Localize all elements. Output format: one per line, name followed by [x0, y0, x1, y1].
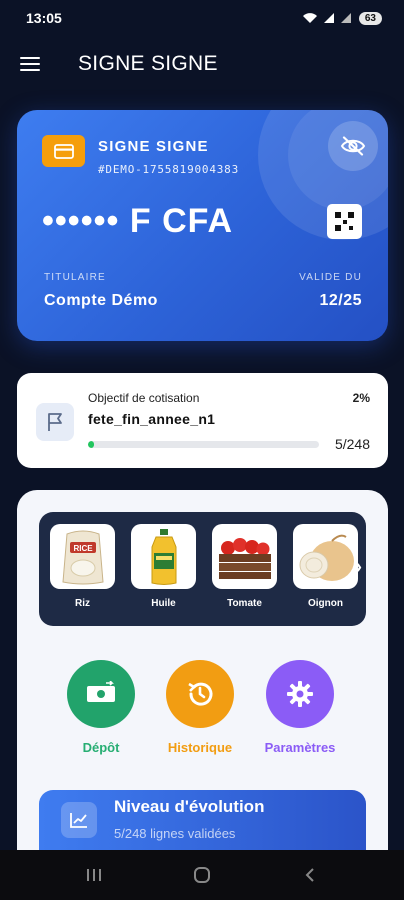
- settings-action[interactable]: Paramètres: [250, 660, 350, 755]
- goal-percent: 2%: [352, 391, 370, 405]
- product-label: Tomate: [227, 598, 262, 609]
- account-card[interactable]: SIGNE SIGNE #DEMO-1755819004383 •••••• F…: [17, 110, 388, 341]
- recent-apps-button[interactable]: [74, 855, 114, 895]
- valid-label: VALIDE DU: [299, 272, 362, 283]
- goal-count: 5/248: [334, 436, 370, 452]
- goal-name: fete_fin_annee_n1: [88, 411, 216, 427]
- menu-button[interactable]: [20, 53, 42, 75]
- product-label: Riz: [75, 598, 90, 609]
- holder-label: TITULAIRE: [44, 272, 106, 283]
- app-bar: SIGNE SIGNE: [0, 36, 404, 92]
- system-nav-bar: [0, 850, 404, 900]
- main-panel: RICE Riz Huile Tomate Oignon › Dépôt His…: [17, 490, 388, 870]
- deposit-icon: [67, 660, 135, 728]
- product-carousel[interactable]: RICE Riz Huile Tomate Oignon ›: [39, 512, 366, 626]
- rice-bag-icon: RICE: [50, 524, 115, 589]
- product-item-oignon[interactable]: Oignon: [293, 524, 358, 609]
- level-subtitle: 5/248 lignes validées: [114, 826, 236, 841]
- history-icon: [166, 660, 234, 728]
- signal-icon-2: [340, 13, 351, 23]
- holder-name: Compte Démo: [44, 292, 158, 309]
- back-button[interactable]: [290, 855, 330, 895]
- svg-text:RICE: RICE: [73, 544, 93, 553]
- status-time: 13:05: [26, 10, 62, 26]
- level-title: Niveau d'évolution: [114, 797, 265, 816]
- history-action[interactable]: Historique: [150, 660, 250, 755]
- carousel-next-icon[interactable]: ›: [355, 556, 362, 579]
- card-account-id: #DEMO-1755819004383: [98, 163, 240, 176]
- oil-bottle-icon: [131, 524, 196, 589]
- menu-icon: [20, 57, 40, 59]
- valid-date: 12/25: [319, 292, 362, 309]
- goal-caption: Objectif de cotisation: [88, 391, 200, 405]
- product-label: Huile: [151, 598, 176, 609]
- goal-progress-bar: [88, 441, 319, 448]
- product-label: Oignon: [308, 598, 343, 609]
- goal-progress-fill: [88, 441, 94, 448]
- home-button[interactable]: [182, 855, 222, 895]
- toggle-balance-visibility-button[interactable]: [328, 121, 378, 171]
- flag-icon: [36, 403, 74, 441]
- tomato-crate-icon: [212, 524, 277, 589]
- deposit-label: Dépôt: [82, 740, 120, 755]
- recent-apps-icon: [87, 869, 101, 881]
- back-icon: [305, 868, 314, 882]
- qr-code-icon[interactable]: [327, 204, 362, 239]
- product-item-tomate[interactable]: Tomate: [212, 524, 277, 609]
- settings-label: Paramètres: [264, 740, 336, 755]
- app-title: SIGNE SIGNE: [78, 52, 218, 75]
- card-chip-icon: [42, 135, 85, 167]
- card-balance: •••••• F CFA: [42, 202, 234, 240]
- card-brand: SIGNE SIGNE: [98, 138, 209, 155]
- wifi-icon: [302, 13, 317, 23]
- signal-icon: [323, 13, 334, 23]
- savings-goal-card[interactable]: Objectif de cotisation 2% fete_fin_annee…: [17, 373, 388, 468]
- trend-chart-icon: [61, 802, 97, 838]
- home-icon: [194, 867, 210, 883]
- product-item-riz[interactable]: RICE Riz: [50, 524, 115, 609]
- status-bar: 13:05 63: [0, 0, 404, 36]
- deposit-action[interactable]: Dépôt: [51, 660, 151, 755]
- eye-off-icon: [340, 136, 366, 156]
- battery-indicator: 63: [358, 11, 382, 25]
- onion-icon: [293, 524, 358, 589]
- settings-icon: [266, 660, 334, 728]
- history-label: Historique: [167, 740, 233, 755]
- product-item-huile[interactable]: Huile: [131, 524, 196, 609]
- status-icons: 63: [302, 11, 382, 25]
